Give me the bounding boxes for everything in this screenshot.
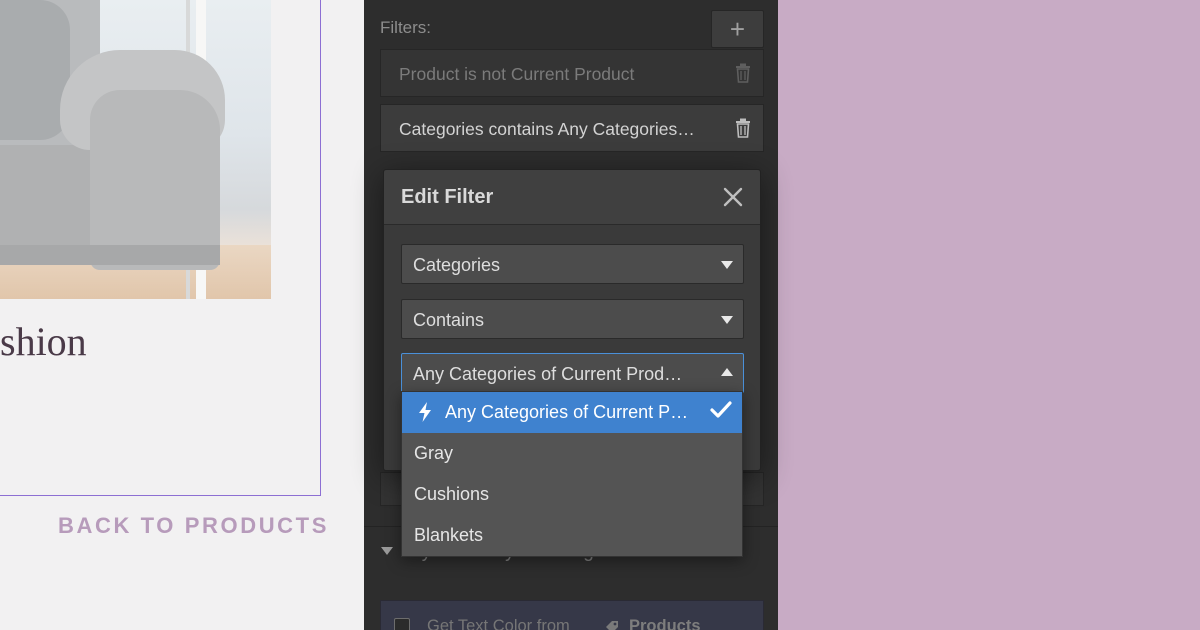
field-select-value: Categories bbox=[413, 255, 501, 275]
filter-row-active[interactable]: Categories contains Any Categories… bbox=[380, 104, 764, 152]
text-color-label: Get Text Color from bbox=[427, 617, 570, 630]
option-label: Cushions bbox=[414, 484, 490, 504]
value-select-value: Any Categories of Current Prod… bbox=[413, 364, 683, 384]
option-label: Gray bbox=[414, 443, 454, 463]
filter-row[interactable]: Product is not Current Product bbox=[380, 49, 764, 97]
checkmark-icon bbox=[710, 401, 732, 418]
option-label: Blankets bbox=[414, 525, 484, 545]
caret-up-icon bbox=[721, 368, 733, 376]
text-color-source: Products bbox=[629, 617, 701, 630]
modal-title: Edit Filter bbox=[401, 186, 494, 208]
close-icon[interactable] bbox=[723, 187, 743, 207]
add-filter-button[interactable]: + bbox=[711, 10, 764, 48]
operator-select-value: Contains bbox=[413, 310, 485, 330]
dropdown-option-blankets[interactable]: Blankets bbox=[402, 515, 742, 556]
value-dropdown-list: Any Categories of Current P… Gray Cushio… bbox=[401, 391, 743, 557]
filters-label: Filters: bbox=[380, 18, 431, 37]
operator-select[interactable]: Contains bbox=[401, 299, 744, 339]
filter-label: Product is not Current Product bbox=[399, 64, 635, 84]
option-label: Any Categories of Current P… bbox=[445, 402, 689, 422]
caret-down-icon bbox=[721, 261, 733, 269]
field-select[interactable]: Categories bbox=[401, 244, 744, 284]
back-to-products-link[interactable]: BACK TO PRODUCTS bbox=[58, 513, 329, 539]
dropdown-option-gray[interactable]: Gray bbox=[402, 433, 742, 474]
lightning-bolt-icon bbox=[419, 402, 431, 422]
dropdown-option-cushions[interactable]: Cushions bbox=[402, 474, 742, 515]
value-select[interactable]: Any Categories of Current Prod… bbox=[401, 353, 744, 393]
product-title: ushion bbox=[0, 319, 87, 364]
filter-label: Categories contains Any Categories… bbox=[399, 119, 695, 139]
tag-icon bbox=[606, 621, 618, 630]
text-color-setting[interactable]: Get Text Color from Products bbox=[380, 600, 764, 630]
dropdown-option-any-categories[interactable]: Any Categories of Current P… bbox=[402, 392, 742, 433]
text-color-checkbox[interactable] bbox=[394, 618, 410, 630]
caret-down-icon bbox=[721, 316, 733, 324]
trash-icon[interactable] bbox=[735, 63, 751, 83]
trash-icon[interactable] bbox=[735, 118, 751, 138]
product-preview: ushion 99 BACK TO PRODUCTS bbox=[0, 0, 364, 630]
caret-down-icon bbox=[381, 547, 393, 555]
selected-element-outline bbox=[0, 0, 321, 496]
modal-header: Edit Filter bbox=[384, 170, 760, 225]
